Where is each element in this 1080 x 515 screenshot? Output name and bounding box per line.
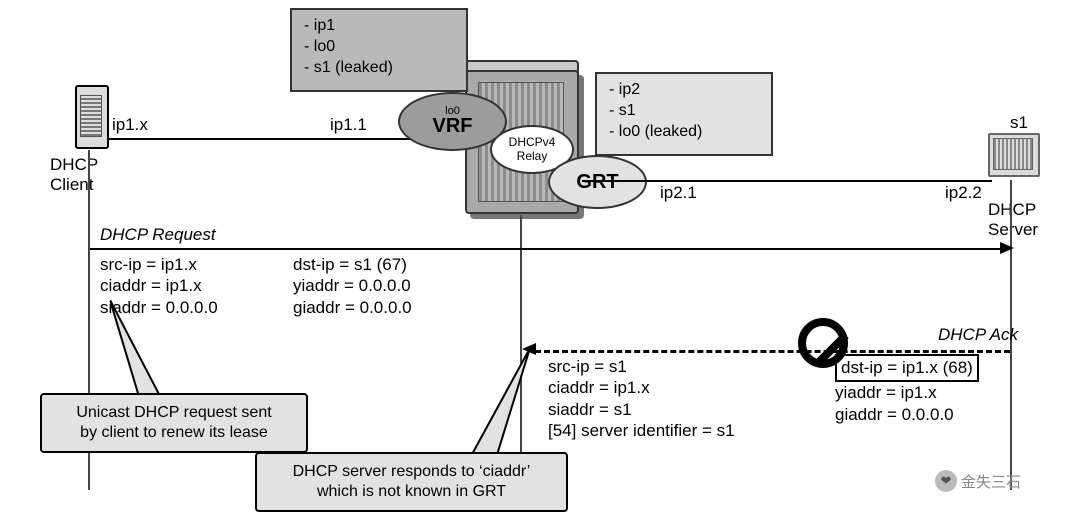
vrf-route-1: - ip1 [304, 16, 454, 37]
req-c1l1: src-ip = ip1.x [100, 254, 218, 275]
req-c1l2: ciaddr = ip1.x [100, 275, 218, 296]
ack-c2l2: yiaddr = ip1.x [835, 382, 979, 404]
relay-label2: Relay [517, 150, 548, 163]
dhcp-ack-title: DHCP Ack [938, 325, 1018, 345]
dhcp-request-title: DHCP Request [100, 225, 216, 245]
grt-routes-box: - ip2 - s1 - lo0 (leaked) [595, 72, 773, 156]
server-callout-pointer [470, 348, 540, 458]
vrf-route-3: - s1 (leaked) [304, 58, 454, 79]
router-left-ip: ip1.1 [330, 115, 367, 135]
watermark-text: 金失三石 [961, 471, 1021, 492]
ack-dstip-box: dst-ip = ip1.x (68) [835, 354, 979, 382]
server-callout-l1: DHCP server responds to ‘ciaddr’ [269, 462, 554, 482]
dhcp-client-panel [80, 95, 102, 137]
vrf-label-text: VRF [433, 115, 473, 138]
server-ip-label: ip2.2 [945, 183, 982, 203]
watermark-icon: ❤ [935, 470, 957, 492]
dhcp-server-panel [993, 138, 1033, 170]
client-callout-l1: Unicast DHCP request sent [54, 403, 294, 423]
req-col2: dst-ip = s1 (67) yiaddr = 0.0.0.0 giaddr… [293, 254, 412, 318]
seq-arrow-request-head [1000, 242, 1014, 254]
ack-c1l3: siaddr = s1 [548, 399, 735, 420]
grt-ellipse: GRT [548, 155, 647, 209]
dhcp-server-title1: DHCP [988, 200, 1036, 220]
req-c2l2: yiaddr = 0.0.0.0 [293, 275, 412, 296]
link-router-server [582, 180, 992, 182]
req-c2l1: dst-ip = s1 (67) [293, 254, 412, 275]
client-callout-pointer [110, 300, 170, 400]
seq-arrow-ack [535, 350, 1010, 353]
ack-c2l3: giaddr = 0.0.0.0 [835, 404, 979, 426]
ack-col2: dst-ip = ip1.x (68) yiaddr = ip1.x giadd… [835, 354, 979, 426]
dhcp-client-title1: DHCP [50, 155, 98, 175]
req-c2l3: giaddr = 0.0.0.0 [293, 297, 412, 318]
dhcp-client-title2: Client [50, 175, 93, 195]
client-ip-label: ip1.x [112, 115, 148, 135]
server-callout: DHCP server responds to ‘ciaddr’ which i… [255, 452, 568, 512]
router-right-ip: ip2.1 [660, 183, 697, 203]
dhcp-server-title2: Server [988, 220, 1038, 240]
ack-c1l4: [54] server identifier = s1 [548, 420, 735, 441]
grt-route-1: - ip2 [609, 80, 759, 101]
relay-label1: DHCPv4 [509, 136, 556, 149]
client-callout: Unicast DHCP request sent by client to r… [40, 393, 308, 453]
grt-label-text: GRT [576, 171, 618, 194]
grt-route-2: - s1 [609, 101, 759, 122]
vrf-routes-box: - ip1 - lo0 - s1 (leaked) [290, 8, 468, 92]
ack-c1l1: src-ip = s1 [548, 356, 735, 377]
grt-route-3: - lo0 (leaked) [609, 122, 759, 143]
ack-col1: src-ip = s1 ciaddr = ip1.x siaddr = s1 [… [548, 356, 735, 441]
seq-arrow-request [90, 248, 1000, 250]
vrf-route-2: - lo0 [304, 37, 454, 58]
client-callout-l2: by client to renew its lease [54, 423, 294, 443]
ack-c1l2: ciaddr = ip1.x [548, 377, 735, 398]
watermark: ❤ 金失三石 [935, 470, 1021, 492]
server-callout-l2: which is not known in GRT [269, 482, 554, 502]
server-name-label: s1 [1010, 113, 1028, 133]
